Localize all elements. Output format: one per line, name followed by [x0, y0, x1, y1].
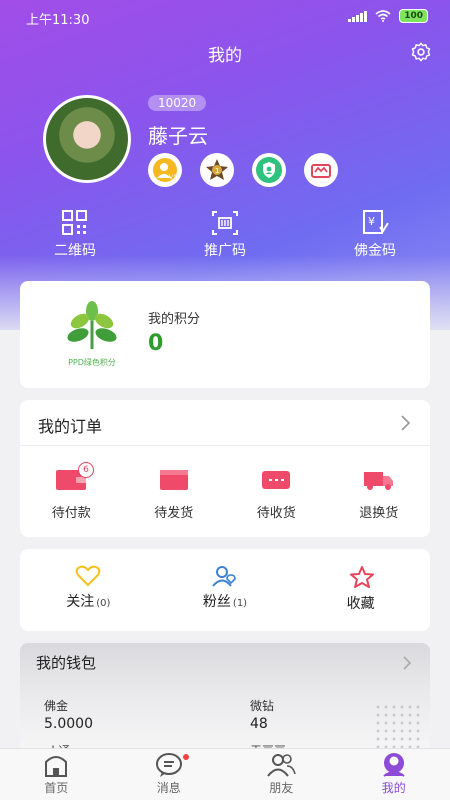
crown-medal-icon[interactable] — [304, 153, 338, 187]
weizuan-label: 微钻 — [250, 699, 275, 713]
battery-indicator: 100 — [399, 9, 428, 23]
tab-profile-label: 我的 — [381, 781, 406, 795]
yuan-code-button[interactable]: ¥ 佛金码 — [300, 210, 450, 260]
points-logo-text: PPD绿色积分 — [68, 358, 116, 367]
tab-home-label: 首页 — [44, 781, 69, 795]
avatar[interactable] — [43, 95, 131, 183]
order-pending-receipt-label: 待收货 — [256, 506, 296, 521]
yuan-code-icon: ¥ — [363, 210, 389, 234]
points-value: 0 — [148, 331, 164, 356]
heart-icon — [76, 565, 101, 587]
svg-text:¥: ¥ — [368, 215, 375, 228]
friends-icon — [267, 754, 297, 777]
code-shortcuts: 二维码 推广码 ¥ 佛金码 — [0, 210, 450, 260]
order-pending-payment[interactable]: 6 待付款 — [20, 462, 123, 521]
order-pending-payment-label: 待付款 — [51, 506, 91, 521]
leaf-logo-icon — [67, 301, 117, 349]
promo-code-icon — [212, 211, 238, 235]
fans-count: (1) — [232, 598, 248, 609]
tab-friends[interactable]: 朋友 — [225, 749, 338, 800]
points-label: 我的积分 — [148, 312, 201, 327]
promo-code-label: 推广码 — [204, 243, 246, 259]
wallet-decoration — [374, 703, 424, 749]
gear-icon[interactable] — [410, 41, 432, 63]
home-icon — [45, 756, 68, 777]
order-pending-shipment[interactable]: 待发货 — [123, 468, 226, 521]
wallet-title: 我的钱包 — [36, 654, 97, 672]
svg-text:V1: V1 — [169, 174, 177, 181]
promo-code-button[interactable]: 推广码 — [150, 210, 300, 260]
status-icons: 100 — [348, 9, 428, 23]
fans-label: 粉丝 — [202, 594, 231, 610]
favorites-button[interactable]: 收藏 — [293, 549, 430, 631]
status-time: 上午11:30 — [26, 13, 90, 28]
svg-text:1: 1 — [215, 167, 219, 175]
truck-icon — [363, 472, 393, 490]
following-label: 关注 — [66, 594, 95, 610]
following-count: (0) — [96, 598, 111, 609]
wifi-icon — [375, 10, 391, 22]
user-id-badge: 10020 — [148, 95, 207, 111]
tab-messages[interactable]: 消息 — [113, 749, 226, 800]
qr-code-button[interactable]: 二维码 — [0, 210, 150, 260]
signal-icon — [348, 10, 368, 22]
order-pending-receipt[interactable]: 待收货 — [225, 468, 328, 521]
weizuan-value: 48 — [250, 716, 268, 732]
order-pending-shipment-label: 待发货 — [154, 506, 194, 521]
profile-icon — [383, 753, 405, 777]
shield-medal-icon[interactable] — [252, 153, 286, 187]
qr-code-label: 二维码 — [54, 243, 96, 259]
green-points-logo: PPD绿色积分 — [58, 299, 126, 368]
bottom-tab-bar: 首页 消息 朋友 我的 — [0, 748, 450, 800]
order-status-row: 6 待付款 待发货 待收货 退换货 — [20, 446, 430, 521]
order-returns-label: 退换货 — [359, 506, 399, 521]
chevron-right-icon — [401, 415, 411, 431]
favorites-label: 收藏 — [346, 596, 375, 612]
medal-row: V1 1 — [148, 153, 338, 187]
orders-header[interactable]: 我的订单 — [20, 400, 430, 446]
order-returns[interactable]: 退换货 — [328, 468, 431, 521]
v1-medal-icon[interactable]: V1 — [148, 153, 182, 187]
fans-icon — [212, 566, 236, 587]
tab-home[interactable]: 首页 — [0, 749, 113, 800]
unread-dot — [182, 754, 189, 760]
social-card: 关注 (0) 粉丝 (1) 收藏 — [20, 549, 430, 631]
tab-messages-label: 消息 — [156, 781, 181, 795]
fojin-label: 佛金 — [44, 699, 69, 713]
points-card[interactable]: PPD绿色积分 我的积分 0 — [20, 281, 430, 388]
fans-button[interactable]: 粉丝 (1) — [157, 549, 294, 631]
username: 藤子云 — [148, 124, 208, 148]
status-bar: 上午11:30 100 — [0, 0, 450, 34]
qr-code-icon — [62, 210, 87, 235]
chevron-right-icon — [403, 656, 412, 670]
page-title: 我的 — [208, 46, 242, 66]
orders-title: 我的订单 — [38, 417, 103, 436]
star-icon — [349, 566, 374, 588]
message-icon — [155, 753, 182, 777]
wallet-card[interactable]: 我的钱包 佛金 5.0000 微钻 48 ok通 贡豆豆 — [20, 643, 430, 753]
yuan-code-label: 佛金码 — [354, 243, 396, 259]
box-icon — [159, 470, 188, 490]
pending-payment-badge: 6 — [78, 462, 94, 478]
fojin-value: 5.0000 — [44, 716, 93, 732]
rank-medal-icon[interactable]: 1 — [200, 153, 234, 187]
tab-friends-label: 朋友 — [269, 781, 294, 795]
following-button[interactable]: 关注 (0) — [20, 549, 157, 631]
tab-profile[interactable]: 我的 — [338, 749, 450, 800]
orders-card: 我的订单 6 待付款 待发货 待收货 退换货 — [20, 400, 430, 537]
card-icon — [262, 471, 291, 489]
